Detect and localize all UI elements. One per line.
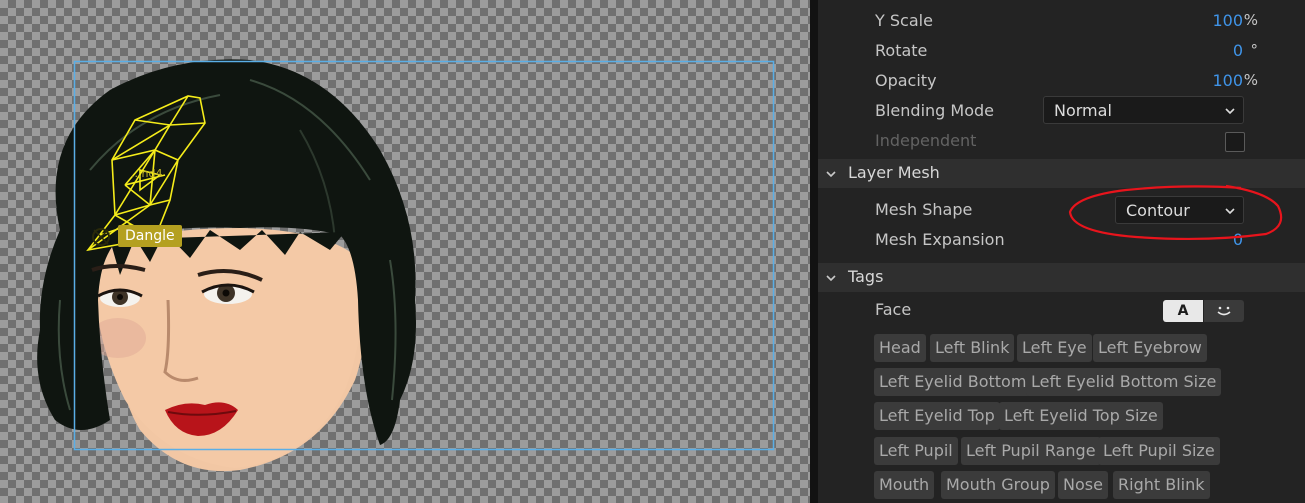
rotate-label: Rotate — [875, 41, 928, 60]
text-tag-mode-button[interactable]: A — [1163, 300, 1203, 322]
mesh-shape-value: Contour — [1126, 201, 1190, 220]
tag-chip[interactable]: Left Pupil Range — [961, 437, 1101, 465]
bone-name-label: ...nd4 — [131, 167, 163, 180]
mesh-shape-label: Mesh Shape — [875, 200, 973, 219]
smile-face-icon — [1217, 306, 1231, 316]
stage-canvas[interactable]: ...nd4 Dangle — [0, 0, 810, 503]
face-tag-toggle[interactable]: A — [1163, 300, 1244, 322]
properties-panel: Y Scale 100 % Rotate 0 ° Opacity 100 % B… — [818, 0, 1305, 503]
chevron-down-icon — [826, 171, 836, 178]
opacity-label: Opacity — [875, 71, 937, 90]
tags-section-header[interactable]: Tags — [818, 263, 1305, 292]
y-scale-value[interactable]: 100 — [1212, 11, 1243, 30]
tag-chip[interactable]: Nose — [1058, 471, 1108, 499]
rotate-unit: ° — [1250, 41, 1259, 59]
tag-chip[interactable]: Right Blink — [1113, 471, 1210, 499]
chevron-down-icon — [1225, 108, 1235, 115]
independent-checkbox[interactable] — [1225, 132, 1245, 152]
tag-chip[interactable]: Left Eyelid Bottom — [874, 368, 1032, 396]
blending-mode-value: Normal — [1054, 101, 1112, 120]
rotate-value[interactable]: 0 — [1233, 41, 1243, 60]
tag-chip[interactable]: Left Eyelid Bottom Size — [1026, 368, 1222, 396]
tag-chip[interactable]: Left Eye — [1017, 334, 1092, 362]
icon-tag-mode-button[interactable] — [1204, 300, 1244, 322]
tag-chip[interactable]: Left Pupil — [874, 437, 958, 465]
face-category-label: Face — [875, 300, 912, 319]
mesh-expansion-value[interactable]: 0 — [1233, 230, 1243, 249]
tag-chip[interactable]: Mouth — [874, 471, 935, 499]
opacity-unit: % — [1243, 71, 1258, 89]
panel-divider[interactable] — [810, 0, 818, 503]
tags-title: Tags — [848, 267, 884, 286]
opacity-value[interactable]: 100 — [1212, 71, 1243, 90]
layer-mesh-section-header[interactable]: Layer Mesh — [818, 159, 1305, 188]
chevron-down-icon — [1225, 208, 1235, 215]
blending-mode-dropdown[interactable]: Normal — [1043, 96, 1244, 124]
tag-chip[interactable]: Left Blink — [930, 334, 1015, 362]
tag-chip[interactable]: Left Eyelid Top — [874, 402, 1000, 430]
dangle-handle-icon[interactable] — [90, 226, 112, 248]
dangle-behavior-label[interactable]: Dangle — [118, 225, 182, 247]
mesh-expansion-label: Mesh Expansion — [875, 230, 1005, 249]
layer-mesh-title: Layer Mesh — [848, 163, 940, 182]
blending-mode-label: Blending Mode — [875, 101, 994, 120]
tag-chip[interactable]: Left Pupil Size — [1098, 437, 1220, 465]
face-artwork[interactable] — [0, 0, 810, 503]
y-scale-unit: % — [1243, 11, 1258, 29]
tag-chip[interactable]: Left Eyelid Top Size — [999, 402, 1163, 430]
tag-chip[interactable]: Head — [874, 334, 926, 362]
chevron-down-icon — [826, 275, 836, 282]
independent-label: Independent — [875, 131, 977, 150]
mesh-shape-dropdown[interactable]: Contour — [1115, 196, 1244, 224]
y-scale-label: Y Scale — [875, 11, 933, 30]
tag-chip[interactable]: Mouth Group — [941, 471, 1055, 499]
tag-chip[interactable]: Left Eyebrow — [1093, 334, 1207, 362]
